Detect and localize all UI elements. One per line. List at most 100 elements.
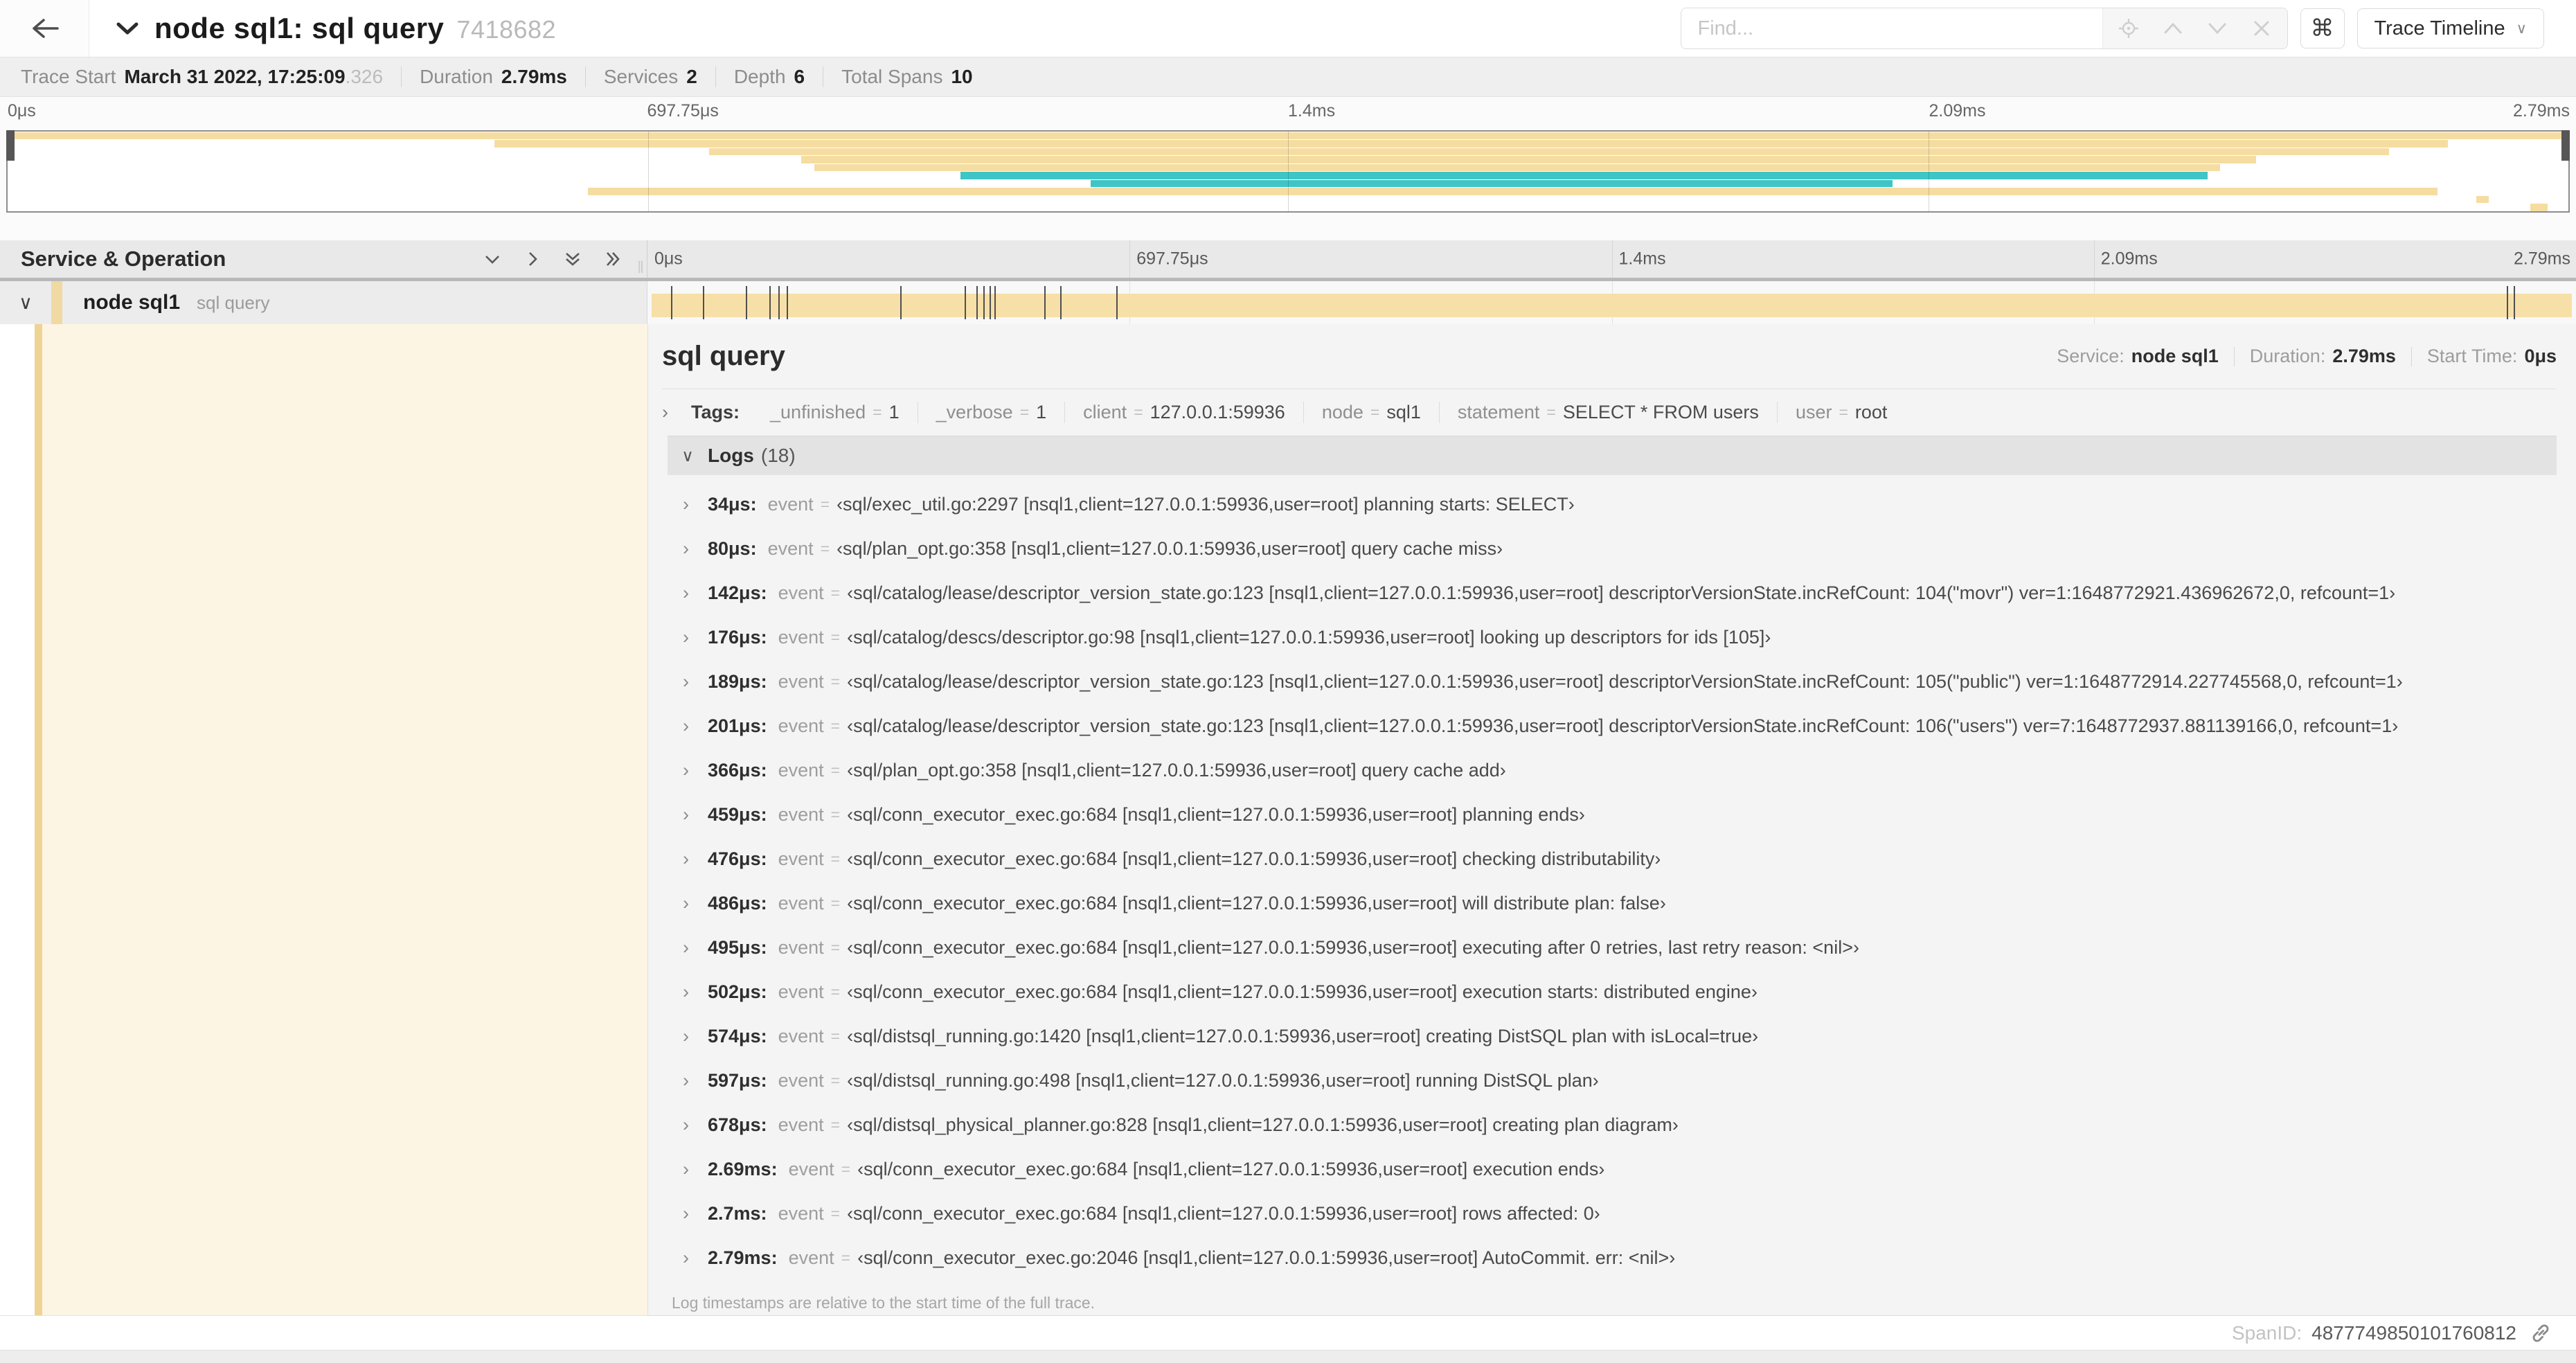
chevron-right-icon[interactable]: › xyxy=(683,582,708,604)
chevron-right-icon[interactable]: › xyxy=(683,1026,708,1047)
axis-tick: 0μs xyxy=(8,101,36,121)
log-value: ‹sql/catalog/lease/descriptor_version_st… xyxy=(847,715,2399,736)
axis-tick: 0μs xyxy=(654,249,683,269)
keyboard-shortcuts-button[interactable]: ⌘ xyxy=(2300,8,2345,48)
chevron-right-icon[interactable]: › xyxy=(683,1070,708,1092)
chevron-right-icon[interactable]: › xyxy=(683,804,708,826)
chevron-right-icon[interactable]: › xyxy=(683,671,708,693)
chevron-right-icon[interactable]: › xyxy=(683,893,708,914)
log-value: ‹sql/distsql_physical_planner.go:828 [ns… xyxy=(847,1114,1679,1135)
detail-footer: SpanID: 4877749850101760812 xyxy=(0,1316,2576,1351)
log-marker xyxy=(769,286,771,319)
tags-row[interactable]: › Tags: _unfinished = 1 _verbose = 1 cli… xyxy=(662,389,2557,436)
services-label: Services xyxy=(603,66,679,87)
log-value: ‹sql/conn_executor_exec.go:684 [nsql1,cl… xyxy=(847,803,1585,825)
chevron-right-icon[interactable]: › xyxy=(683,760,708,781)
chevron-right-icon[interactable]: › xyxy=(683,1114,708,1136)
log-entry[interactable]: › 574μs: event = ‹sql/distsql_running.go… xyxy=(668,1014,2557,1058)
total-spans-value: 10 xyxy=(951,66,973,87)
gridline xyxy=(1129,240,1131,278)
log-field-name: event xyxy=(778,626,824,648)
log-entry[interactable]: › 189μs: event = ‹sql/catalog/lease/desc… xyxy=(668,659,2557,704)
log-entry[interactable]: › 201μs: event = ‹sql/catalog/lease/desc… xyxy=(668,704,2557,748)
span-duration-bar[interactable] xyxy=(652,294,2572,317)
expand-all-icon[interactable] xyxy=(602,249,623,269)
chevron-right-icon[interactable]: › xyxy=(683,494,708,515)
log-entry[interactable]: › 2.69ms: event = ‹sql/conn_executor_exe… xyxy=(668,1147,2557,1191)
collapse-one-icon[interactable] xyxy=(482,249,503,269)
axis-tick: 2.79ms xyxy=(2513,101,2570,121)
focus-span-icon[interactable] xyxy=(2117,17,2140,39)
log-entry[interactable]: › 176μs: event = ‹sql/catalog/descs/desc… xyxy=(668,615,2557,659)
find-prev-icon[interactable] xyxy=(2161,21,2185,35)
log-entry[interactable]: › 495μs: event = ‹sql/conn_executor_exec… xyxy=(668,925,2557,970)
minimap-right-handle[interactable] xyxy=(2561,130,2570,161)
chevron-right-icon[interactable]: › xyxy=(683,715,708,737)
tag-equals: = xyxy=(1370,403,1380,421)
log-entry[interactable]: › 678μs: event = ‹sql/distsql_physical_p… xyxy=(668,1103,2557,1147)
log-timestamp: 142μs: xyxy=(708,582,767,603)
log-entry[interactable]: › 502μs: event = ‹sql/conn_executor_exec… xyxy=(668,970,2557,1014)
span-row[interactable]: ∨ node sql1 sql query xyxy=(0,281,2576,324)
log-value: ‹sql/conn_executor_exec.go:684 [nsql1,cl… xyxy=(847,936,1859,958)
duration-label: Duration: xyxy=(2249,346,2326,366)
chevron-right-icon[interactable]: › xyxy=(683,981,708,1003)
log-entry[interactable]: › 366μs: event = ‹sql/plan_opt.go:358 [n… xyxy=(668,748,2557,792)
bottom-strip xyxy=(0,1351,2576,1363)
chevron-right-icon[interactable]: › xyxy=(683,627,708,648)
log-marker xyxy=(778,286,780,319)
log-entry[interactable]: › 2.79ms: event = ‹sql/conn_executor_exe… xyxy=(668,1236,2557,1280)
collapse-all-icon[interactable] xyxy=(562,249,583,269)
log-entry[interactable]: › 34μs: event = ‹sql/exec_util.go:2297 [… xyxy=(668,482,2557,526)
logs-title: Logs xyxy=(708,445,754,466)
log-equals: = xyxy=(820,539,830,558)
log-marker xyxy=(976,286,978,319)
logs-list: › 34μs: event = ‹sql/exec_util.go:2297 [… xyxy=(668,475,2557,1280)
log-entry[interactable]: › 486μs: event = ‹sql/conn_executor_exec… xyxy=(668,881,2557,925)
span-name-cell[interactable]: ∨ node sql1 sql query xyxy=(0,281,647,324)
chevron-right-icon[interactable]: › xyxy=(683,848,708,870)
log-entry[interactable]: › 80μs: event = ‹sql/plan_opt.go:358 [ns… xyxy=(668,526,2557,571)
tag-item: node = sql1 xyxy=(1303,402,1439,423)
expand-one-icon[interactable] xyxy=(522,249,543,269)
start-time-label: Start Time: xyxy=(2426,346,2518,366)
log-entry[interactable]: › 597μs: event = ‹sql/distsql_running.go… xyxy=(668,1058,2557,1103)
log-field-name: event xyxy=(778,892,824,914)
clear-find-icon[interactable] xyxy=(2250,19,2273,37)
log-field-name: event xyxy=(778,582,824,603)
minimap-canvas[interactable] xyxy=(6,130,2570,213)
minimap-left-handle[interactable] xyxy=(6,130,15,161)
depth-label: Depth xyxy=(733,66,786,87)
depth-value: 6 xyxy=(794,66,805,87)
chevron-right-icon[interactable]: › xyxy=(683,1247,708,1269)
column-resizer[interactable]: ‖ xyxy=(637,258,644,278)
chevron-right-icon[interactable]: › xyxy=(683,1203,708,1224)
chevron-down-icon[interactable]: ∨ xyxy=(0,292,51,314)
log-timestamp: 502μs: xyxy=(708,981,767,1002)
chevron-right-icon[interactable]: › xyxy=(683,1159,708,1180)
log-equals: = xyxy=(841,1248,851,1267)
find-next-icon[interactable] xyxy=(2206,21,2229,35)
back-button[interactable] xyxy=(0,0,89,57)
span-timeline-cell[interactable] xyxy=(647,281,2576,324)
log-value: ‹sql/plan_opt.go:358 [nsql1,client=127.0… xyxy=(837,537,1503,559)
log-entry[interactable]: › 2.7ms: event = ‹sql/conn_executor_exec… xyxy=(668,1191,2557,1236)
deep-link-icon[interactable] xyxy=(2529,1321,2552,1345)
logs-header[interactable]: ∨ Logs (18) xyxy=(668,436,2557,475)
chevron-right-icon[interactable]: › xyxy=(683,538,708,560)
log-entry[interactable]: › 476μs: event = ‹sql/conn_executor_exec… xyxy=(668,837,2557,881)
log-equals: = xyxy=(830,583,841,602)
chevron-down-icon[interactable]: ∨ xyxy=(668,446,708,466)
collapse-trace-chevron-icon[interactable] xyxy=(116,21,139,36)
tag-value: 1 xyxy=(888,402,900,422)
view-options-button[interactable]: Trace Timeline ∨ xyxy=(2356,8,2544,48)
chevron-right-icon[interactable]: › xyxy=(683,937,708,959)
chevron-right-icon[interactable]: › xyxy=(662,402,686,423)
log-entry[interactable]: › 459μs: event = ‹sql/conn_executor_exec… xyxy=(668,792,2557,837)
spanid-label: SpanID: xyxy=(2231,1321,2302,1344)
timeline-axis: 0μs 697.75μs 1.4ms 2.09ms 2.79ms xyxy=(647,240,2576,278)
find-input[interactable] xyxy=(1681,8,2102,48)
log-timestamp: 176μs: xyxy=(708,626,767,648)
log-timestamp: 80μs: xyxy=(708,537,757,559)
log-entry[interactable]: › 142μs: event = ‹sql/catalog/lease/desc… xyxy=(668,571,2557,615)
